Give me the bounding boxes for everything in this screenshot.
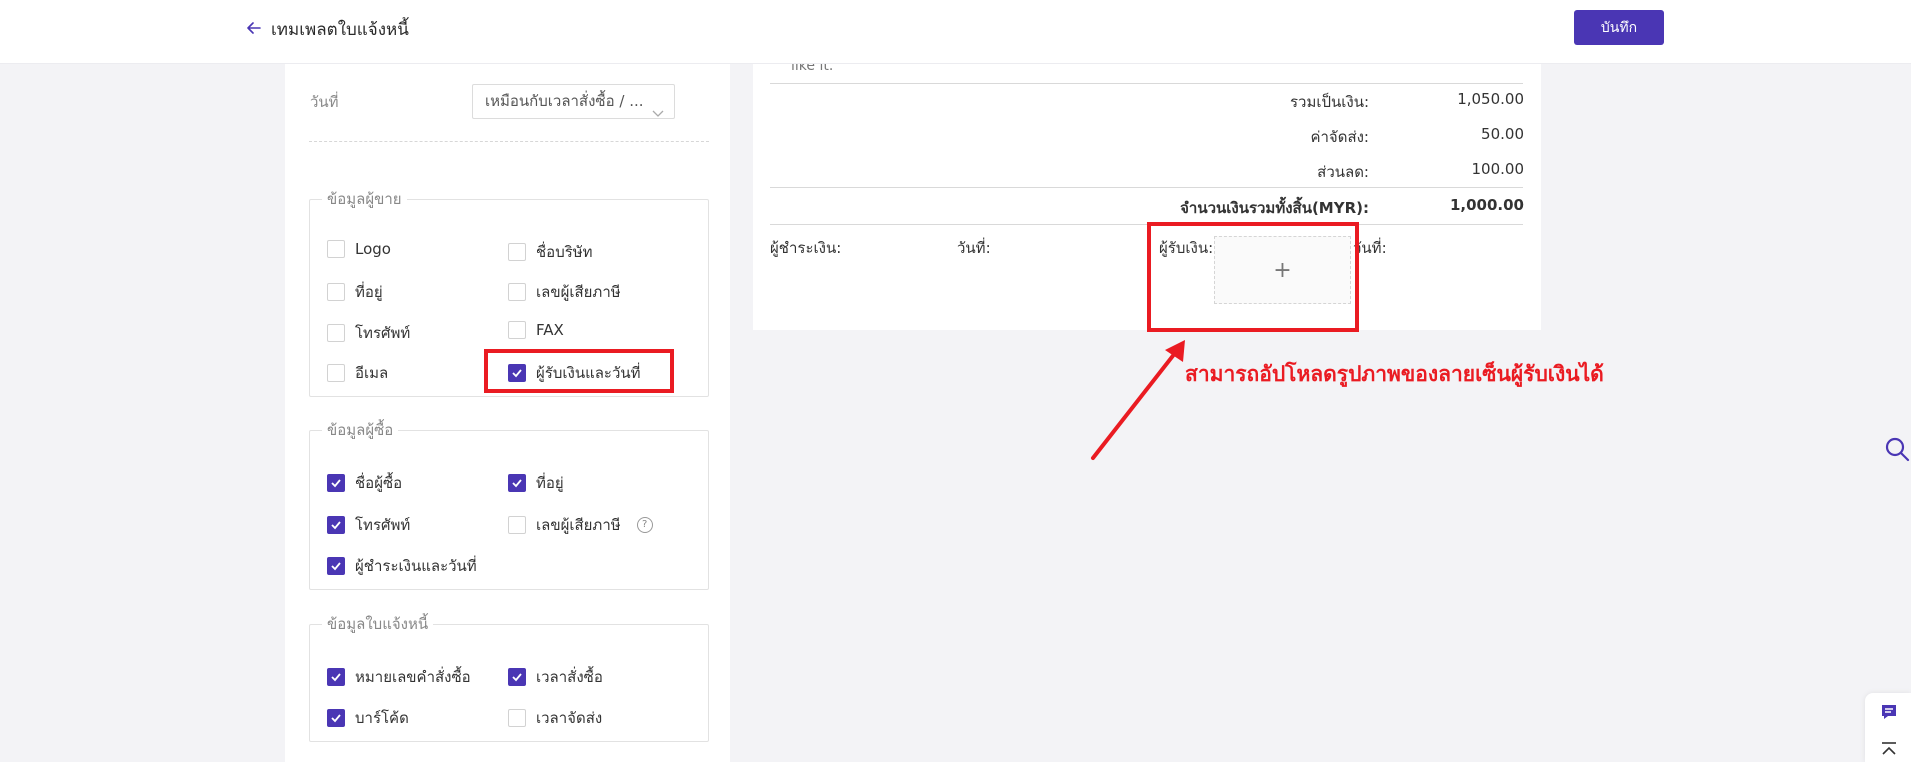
option-label: เวลาสั่งซื้อ [536,668,603,686]
option-label: ที่อยู่ [536,474,564,492]
top-bar: เทมเพลตใบแจ้งหนี้ บันทึก [0,0,1911,64]
subtotal-value: 1,050.00 [1457,90,1524,108]
check-icon [512,479,522,488]
grand-total-value: 1,000.00 [1449,196,1524,214]
option-label: เลขผู้เสียภาษี [536,283,621,301]
back-button[interactable]: เทมเพลตใบแจ้งหนี้ [245,16,409,43]
subtotal-label: รวมเป็นเงิน: [1289,93,1369,111]
settings-panel: วันที่ เหมือนกับเวลาสั่งซื้อ / ... ข้อมู… [285,64,730,762]
checkbox-checked[interactable] [327,668,345,686]
checkbox-checked[interactable] [327,516,345,534]
chevron-down-icon [652,97,664,118]
discount-label: ส่วนลด: [1317,163,1369,181]
option-barcode[interactable]: บาร์โค้ด [327,706,409,730]
checkbox[interactable] [327,364,345,382]
buyer-info-legend: ข้อมูลผู้ซื้อ [327,421,394,439]
option-company-name[interactable]: ชื่อบริษัท [508,240,593,264]
checkbox-checked[interactable] [327,557,345,575]
page-title: เทมเพลตใบแจ้งหนี้ [271,20,409,40]
option-label: อีเมล [355,364,389,382]
divider [770,83,1523,84]
option-fax[interactable]: FAX [508,321,564,339]
checkbox-checked[interactable] [327,474,345,492]
checkbox[interactable] [327,283,345,301]
truncated-note: like it. [791,64,834,72]
seller-info-legend: ข้อมูลผู้ขาย [327,190,402,208]
check-icon [331,479,341,488]
option-label: ชื่อบริษัท [536,243,593,261]
save-button[interactable]: บันทึก [1574,10,1664,45]
annotation-text: สามารถอัปโหลดรูปภาพของลายเซ็นผู้รับเงินไ… [1185,361,1604,386]
option-label: ชื่อผู้ซื้อ [355,474,403,492]
option-tax-id[interactable]: เลขผู้เสียภาษี [508,280,621,304]
checkbox-checked[interactable] [508,668,526,686]
checkbox[interactable] [508,321,526,339]
option-label: FAX [536,321,564,339]
checkbox[interactable] [508,243,526,261]
option-label: เวลาจัดส่ง [536,709,603,727]
discount-value: 100.00 [1471,160,1525,178]
option-label: Logo [355,240,391,258]
invoice-info-legend: ข้อมูลใบแจ้งหนี้ [327,615,429,633]
checkbox[interactable] [327,240,345,258]
option-label: ที่อยู่ [355,283,383,301]
option-logo[interactable]: Logo [327,240,391,258]
checkbox[interactable] [327,324,345,342]
option-order-number[interactable]: หมายเลขคำสั่งซื้อ [327,665,471,689]
checkbox[interactable] [508,709,526,727]
checkbox-checked[interactable] [327,709,345,727]
highlight-box [1147,222,1359,332]
date-select[interactable]: เหมือนกับเวลาสั่งซื้อ / ... [472,84,675,119]
option-buyer-tax-id[interactable]: เลขผู้เสียภาษี? [508,513,653,537]
option-label: ผู้ชำระเงินและวันที่ [355,557,477,575]
back-to-top-icon[interactable] [1881,741,1897,760]
check-icon [331,714,341,723]
option-buyer-name[interactable]: ชื่อผู้ซื้อ [327,471,402,495]
shipping-value: 50.00 [1481,125,1524,143]
payer-date-label: วันที่: [957,239,991,257]
chat-icon[interactable] [1880,703,1898,725]
check-icon [331,562,341,571]
payer-label: ผู้ชำระเงิน: [770,239,842,257]
option-phone[interactable]: โทรศัพท์ [327,321,410,345]
option-email[interactable]: อีเมล [327,361,388,385]
floating-toolbar [1865,693,1911,762]
option-label: เลขผู้เสียภาษี [536,516,621,534]
checkbox[interactable] [508,283,526,301]
date-select-value: เหมือนกับเวลาสั่งซื้อ / ... [485,92,644,110]
checkbox[interactable] [508,516,526,534]
help-icon[interactable]: ? [636,517,653,533]
option-payer-and-date[interactable]: ผู้ชำระเงินและวันที่ [327,554,477,578]
highlight-box [484,349,674,393]
divider [770,187,1523,188]
shipping-label: ค่าจัดส่ง: [1310,128,1369,146]
option-label: บาร์โค้ด [355,709,409,727]
check-icon [512,673,522,682]
date-label: วันที่ [310,93,339,111]
grand-total-label: จำนวนเงินรวมทั้งสิ้น(MYR): [1180,199,1369,217]
option-address[interactable]: ที่อยู่ [327,280,383,304]
check-icon [331,521,341,530]
option-buyer-phone[interactable]: โทรศัพท์ [327,513,410,537]
checkbox-checked[interactable] [508,474,526,492]
search-icon[interactable] [1884,436,1910,466]
option-label: หมายเลขคำสั่งซื้อ [355,668,471,686]
option-shipping-time[interactable]: เวลาจัดส่ง [508,706,602,730]
invoice-preview: like it. รวมเป็นเงิน: 1,050.00 ค่าจัดส่ง… [753,64,1541,332]
option-order-time[interactable]: เวลาสั่งซื้อ [508,665,603,689]
annotation-arrow [1091,340,1185,460]
option-buyer-address[interactable]: ที่อยู่ [508,471,564,495]
option-label: โทรศัพท์ [355,324,411,342]
check-icon [331,673,341,682]
arrow-left-icon [245,19,263,41]
option-label: โทรศัพท์ [355,516,411,534]
divider [309,141,709,142]
